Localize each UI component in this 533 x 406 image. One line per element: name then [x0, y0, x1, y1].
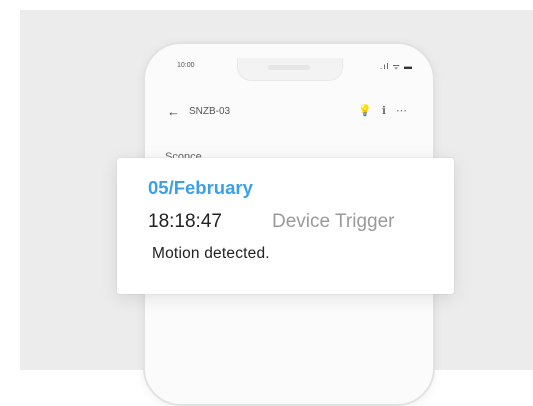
- signal-wifi-battery-icon: .ıl ᯤ ▬: [380, 62, 413, 71]
- notification-message: Motion detected.: [152, 245, 270, 262]
- info-icon[interactable]: ℹ: [382, 104, 386, 117]
- more-icon[interactable]: ⋯: [396, 104, 407, 117]
- notification-time: 18:18:47: [148, 211, 222, 232]
- status-time: 10:00: [177, 62, 195, 69]
- nav-bar: ← SNZB-03 💡 ℹ ⋯: [145, 104, 433, 124]
- back-arrow-icon[interactable]: ←: [167, 104, 180, 119]
- notification-date: 05/February: [148, 177, 253, 198]
- nav-icons: 💡 ℹ ⋯: [358, 104, 407, 117]
- phone-notch: [237, 58, 343, 81]
- status-bar: 10:00 .ıl ᯤ ▬: [145, 58, 433, 81]
- device-title: SNZB-03: [189, 106, 231, 117]
- notification-card[interactable]: 05/February 18:18:47 Device Trigger Moti…: [117, 158, 454, 294]
- notification-trigger: Device Trigger: [272, 211, 395, 232]
- bulb-icon[interactable]: 💡: [358, 104, 372, 117]
- speaker-grille: [268, 65, 310, 70]
